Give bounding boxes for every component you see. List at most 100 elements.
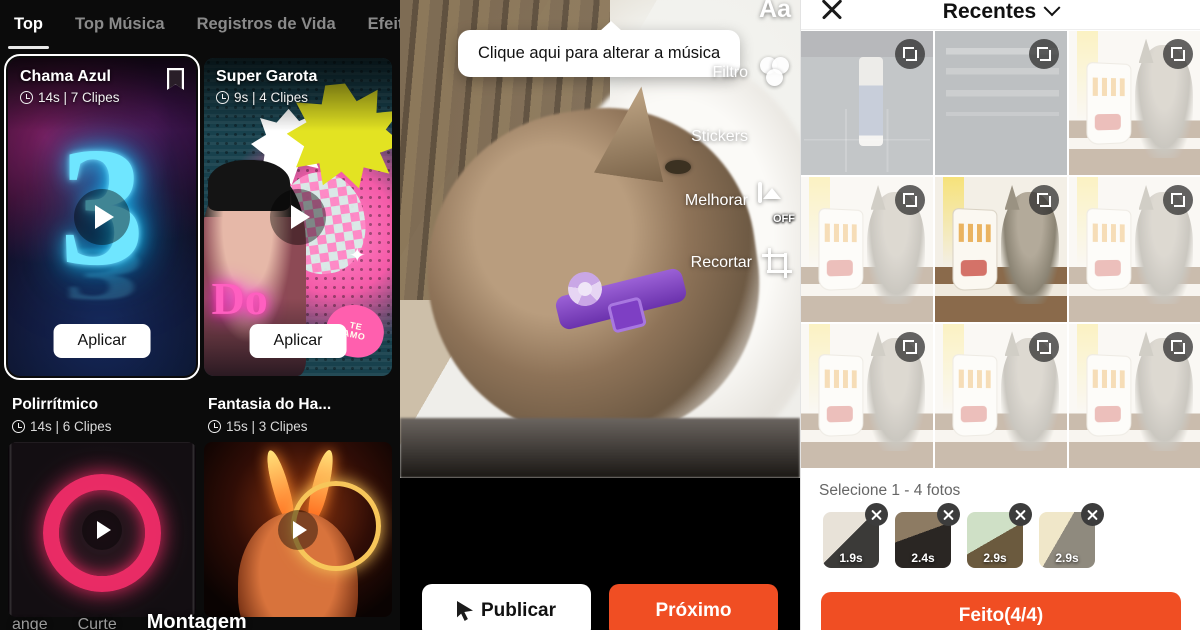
expand-icon[interactable]: [1163, 331, 1193, 362]
expand-icon[interactable]: [1029, 39, 1059, 69]
shelf-shape: [801, 430, 933, 443]
card-meta-text: 14s | 7 Clipes: [38, 90, 120, 105]
play-icon[interactable]: [82, 509, 122, 550]
cursor-pointer-icon: [457, 601, 473, 621]
selection-hint: Selecione 1 - 4 fotos: [819, 482, 961, 499]
remove-clip-icon[interactable]: [1009, 503, 1032, 526]
selected-clip[interactable]: 2.9s: [967, 503, 1032, 568]
gallery-album-label: Recentes: [942, 0, 1037, 23]
play-icon[interactable]: [278, 509, 318, 550]
template-thumbnail[interactable]: Do TE AMO ✦ Super Garota 9s | 4 Clipes A…: [204, 58, 392, 376]
expand-icon[interactable]: [895, 39, 925, 69]
gallery-item[interactable]: [1069, 177, 1200, 322]
card-meta-text: 14s | 6 Clipes: [30, 419, 112, 434]
shelf-shape: [1069, 284, 1200, 296]
template-thumbnail[interactable]: 3 3 Chama Azul 14s | 7 Clipes Aplicar: [4, 54, 200, 380]
remove-clip-icon[interactable]: [937, 503, 960, 526]
paper-cup-shape: [952, 354, 998, 438]
clip-duration: 2.9s: [1055, 551, 1079, 565]
text-aa-icon[interactable]: Aa: [758, 0, 792, 26]
crop-icon[interactable]: [762, 248, 792, 278]
text-tool[interactable]: Aa: [748, 0, 792, 26]
clock-icon: [208, 420, 221, 433]
next-button[interactable]: Próximo: [609, 584, 778, 630]
enhance-photo-icon[interactable]: OFF: [758, 182, 795, 225]
app-screenshot: Top Top Música Registros de Vida Efeit 3…: [0, 0, 1200, 630]
paper-cup-shape: [952, 207, 998, 291]
gallery-album-selector[interactable]: Recentes: [801, 0, 1200, 24]
close-icon[interactable]: [819, 0, 845, 22]
filter-icon[interactable]: [758, 56, 792, 90]
editor-tool-rail: Aa Filtro Stickers Melhorar OFF Recortar: [685, 0, 795, 278]
gallery-item[interactable]: [1069, 323, 1200, 468]
remove-clip-icon[interactable]: [865, 503, 888, 526]
done-button[interactable]: Feito(4/4): [821, 592, 1181, 630]
apply-button[interactable]: Aplicar: [249, 324, 347, 358]
expand-icon[interactable]: [1163, 39, 1193, 69]
card-overlay: Chama Azul 14s | 7 Clipes: [8, 58, 196, 131]
gallery-item[interactable]: [1069, 31, 1200, 176]
gallery-picker-panel: Recentes Selecione 1 - 4 fotos 1.9s 2.4s…: [800, 0, 1200, 630]
expand-icon[interactable]: [1163, 185, 1193, 216]
expand-icon[interactable]: [1029, 331, 1059, 362]
thumb-person-shape: [859, 56, 883, 147]
template-card[interactable]: 3 3 Chama Azul 14s | 7 Clipes Aplicar: [4, 54, 200, 380]
gallery-item[interactable]: [935, 323, 1067, 468]
shelf-shape: [1069, 137, 1200, 150]
gallery-item[interactable]: [935, 177, 1067, 322]
tab-top-musica[interactable]: Top Música: [75, 15, 165, 38]
gallery-grid: [801, 31, 1200, 468]
crop-tool[interactable]: Recortar: [691, 248, 792, 278]
bottom-nav-item-montagem[interactable]: Montagem: [147, 611, 247, 630]
remove-clip-icon[interactable]: [1081, 503, 1104, 526]
window-light-shape: [942, 323, 965, 414]
shelf-shape: [935, 430, 1067, 443]
play-icon[interactable]: [74, 189, 130, 245]
gallery-header: Recentes: [801, 0, 1200, 30]
card-title: Super Garota: [216, 68, 318, 85]
thumb-grid-lines: [803, 108, 931, 173]
clip-duration: 1.9s: [839, 551, 863, 565]
bookmark-icon[interactable]: [167, 68, 184, 90]
template-tabbar: Top Top Música Registros de Vida Efeit: [0, 0, 400, 52]
bottom-nav-item-curte[interactable]: Curte: [78, 616, 117, 630]
window-light-shape: [1076, 177, 1099, 267]
bottom-nav: ange Curte Montagem: [0, 611, 400, 630]
template-thumbnail[interactable]: [204, 442, 392, 617]
editor-preview-panel: Clique aqui para alterar a música Aa Fil…: [400, 0, 800, 630]
gallery-item[interactable]: [801, 177, 933, 322]
selected-clip[interactable]: 2.9s: [1039, 503, 1104, 568]
apply-button[interactable]: Aplicar: [53, 324, 151, 358]
publish-button[interactable]: Publicar: [422, 584, 591, 630]
card-title: Polirrítmico: [12, 396, 99, 413]
gallery-item[interactable]: [801, 31, 933, 176]
gallery-item[interactable]: [801, 323, 933, 468]
selected-clip[interactable]: 2.4s: [895, 503, 960, 568]
window-light-shape: [808, 323, 831, 414]
sticker-face-icon[interactable]: [758, 120, 792, 154]
sparkle-icon: ✦: [348, 244, 366, 267]
template-thumbnail[interactable]: [8, 442, 196, 617]
expand-icon[interactable]: [895, 331, 925, 362]
clock-icon: [216, 91, 229, 104]
tab-efeitos[interactable]: Efeit: [368, 15, 400, 38]
tab-registros-de-vida[interactable]: Registros de Vida: [197, 15, 336, 38]
chevron-down-icon: [1043, 0, 1061, 16]
template-card[interactable]: Polirrítmico 14s | 6 Clipes: [8, 388, 196, 617]
enhance-tool[interactable]: Melhorar OFF: [685, 182, 795, 225]
stickers-tool[interactable]: Stickers: [691, 120, 792, 154]
gallery-item[interactable]: [935, 31, 1067, 176]
filter-tool[interactable]: Filtro: [712, 56, 792, 90]
play-icon[interactable]: [270, 189, 326, 245]
paper-cup-shape: [1086, 61, 1132, 145]
window-light-shape: [808, 177, 831, 267]
expand-icon[interactable]: [895, 185, 925, 216]
template-card[interactable]: Do TE AMO ✦ Super Garota 9s | 4 Clipes A…: [204, 58, 392, 376]
tab-top[interactable]: Top: [7, 15, 50, 49]
template-card[interactable]: Fantasia do Ha... 15s | 3 Clipes: [204, 388, 392, 617]
selected-clip[interactable]: 1.9s: [823, 503, 888, 568]
window-light-shape: [1076, 323, 1099, 414]
bottom-nav-item-ange[interactable]: ange: [12, 616, 48, 630]
selected-clip-strip: 1.9s 2.4s 2.9s 2.9s: [801, 500, 1200, 568]
clock-icon: [20, 91, 33, 104]
